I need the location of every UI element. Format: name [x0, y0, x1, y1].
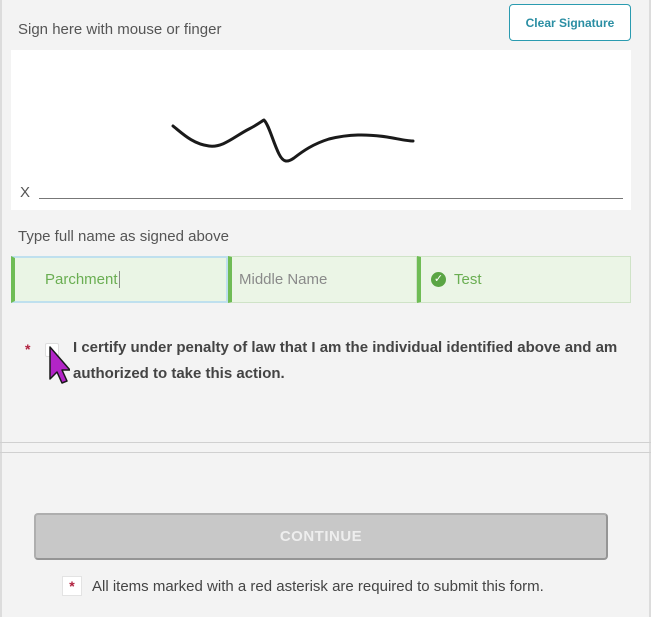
text-caret [118, 271, 120, 288]
section-divider [0, 442, 651, 443]
signature-instruction: Sign here with mouse or finger [18, 21, 222, 38]
signature-baseline [39, 198, 623, 199]
first-name-input[interactable]: Parchment [11, 256, 228, 303]
required-asterisk-icon: * [62, 576, 82, 596]
full-name-label: Type full name as signed above [18, 228, 229, 245]
signature-stroke [171, 118, 415, 163]
signature-x-mark: X [20, 184, 31, 201]
required-note-text: All items marked with a red asterisk are… [92, 577, 544, 595]
middle-name-placeholder: Middle Name [239, 271, 328, 288]
clear-signature-button[interactable]: Clear Signature [509, 4, 631, 41]
left-border [0, 0, 2, 617]
first-name-value: Parchment [45, 271, 118, 288]
required-note: * All items marked with a red asterisk a… [62, 576, 544, 596]
required-asterisk: * [25, 341, 31, 357]
check-circle-icon: ✓ [431, 272, 446, 287]
mouse-cursor-icon [49, 346, 70, 384]
signature-pad[interactable]: X [11, 50, 631, 210]
middle-name-input[interactable]: Middle Name [228, 256, 417, 303]
full-name-fields: Parchment Middle Name ✓ Test [11, 256, 631, 303]
last-name-value: Test [454, 271, 482, 288]
last-name-input[interactable]: ✓ Test [417, 256, 631, 303]
signature-form: Sign here with mouse or finger Clear Sig… [0, 0, 651, 617]
section-divider [0, 452, 651, 453]
continue-button[interactable]: CONTINUE [34, 513, 608, 560]
certify-statement: I certify under penalty of law that I am… [73, 339, 618, 382]
